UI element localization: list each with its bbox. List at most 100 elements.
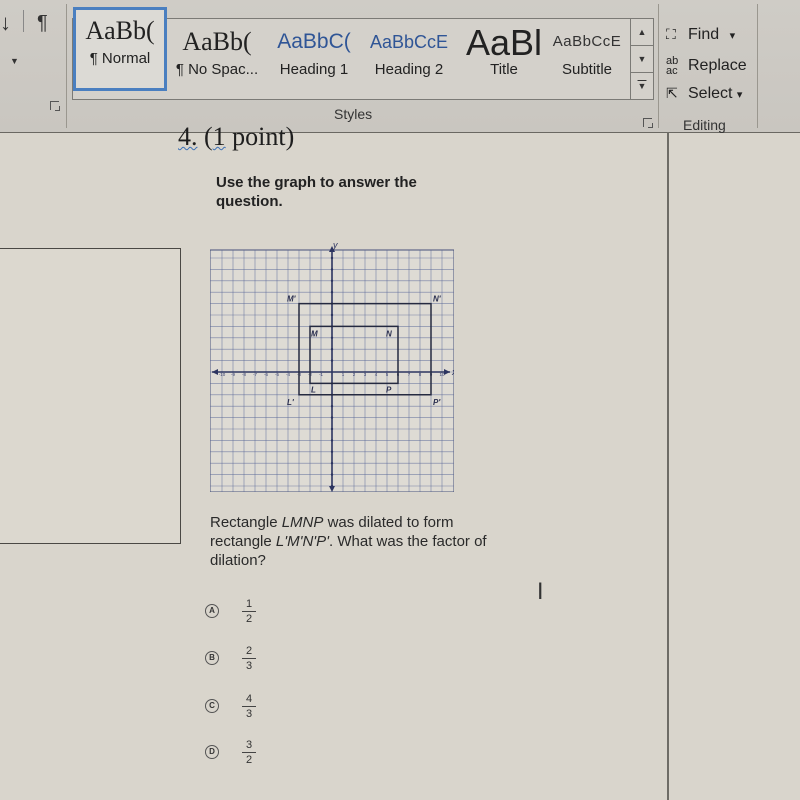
x-tick-label: -9 <box>231 372 235 377</box>
select-label: Select <box>688 85 733 102</box>
fraction: 43 <box>242 693 256 720</box>
numerator: 4 <box>245 693 253 705</box>
numerator: 1 <box>245 598 253 610</box>
question-text-part: Rectangle <box>210 514 282 531</box>
x-tick-label: -4 <box>286 372 290 377</box>
vertex-label: M' <box>287 295 297 304</box>
numerator: 3 <box>245 739 253 751</box>
points-one: 1 <box>212 122 226 151</box>
sort-icon[interactable]: ↓ <box>0 10 11 36</box>
question-text: Rectangle LMNP was dilated to form recta… <box>210 513 510 570</box>
y-tick-mark <box>330 473 334 476</box>
vertex-label: N <box>386 329 392 338</box>
vertex-label: L' <box>287 398 295 407</box>
cursor-arrow-icon: ⇱ <box>666 85 678 101</box>
numerator: 2 <box>245 645 253 657</box>
style-sample: AaBb( <box>182 27 252 56</box>
y-tick-mark <box>330 291 334 294</box>
y-tick-mark <box>330 348 334 351</box>
question-number: 4. <box>178 122 198 151</box>
style-name: Subtitle <box>561 61 613 78</box>
column-divider <box>667 132 669 800</box>
denominator: 3 <box>245 660 253 672</box>
y-tick-mark <box>330 313 334 317</box>
x-tick-label: -8 <box>242 372 246 377</box>
group-divider <box>757 4 758 128</box>
style-sample: AaBbCcE <box>552 33 622 50</box>
radio-bubble-c[interactable]: C <box>205 699 219 713</box>
y-tick-mark <box>330 359 334 362</box>
style-heading-2[interactable]: AaBbCcE Heading 2 <box>361 21 457 97</box>
left-text-box[interactable] <box>0 248 181 544</box>
gallery-scroll-up-icon[interactable]: ▲ <box>631 19 653 46</box>
gallery-more-icon[interactable]: ▼ <box>631 73 653 99</box>
replace-icon: ab ac <box>666 55 679 77</box>
x-tick-label: -1 <box>319 372 323 377</box>
y-tick-mark <box>330 462 334 465</box>
style-sample: AaBl <box>465 22 543 61</box>
x-tick-label: -7 <box>253 372 257 377</box>
styles-group-label: Styles <box>334 106 373 122</box>
style-name: Heading 1 <box>279 61 349 78</box>
style-subtitle[interactable]: AaBbCcE Subtitle <box>543 21 631 97</box>
style-name: Heading 2 <box>374 61 444 78</box>
style-name: ¶ No Spac... <box>175 61 259 78</box>
x-tick-label: -6 <box>264 372 268 377</box>
vertex-label: P <box>386 385 392 394</box>
y-tick-mark <box>330 336 334 339</box>
points-rest: point) <box>225 122 295 151</box>
fraction: 32 <box>242 739 256 766</box>
y-tick-mark <box>330 416 334 419</box>
style-heading-1[interactable]: AaBbC( Heading 1 <box>267 21 361 97</box>
vertex-label: L <box>311 385 316 394</box>
y-tick-mark <box>330 256 334 260</box>
y-tick-mark <box>330 405 334 408</box>
radio-bubble-b[interactable]: B <box>205 651 219 665</box>
styles-dialog-launcher-icon[interactable] <box>643 118 653 128</box>
question-header: 4. (1 point) <box>178 122 294 152</box>
replace-label: Replace <box>688 57 747 75</box>
style-normal[interactable]: AaBb( ¶ Normal <box>73 7 167 91</box>
style-name: ¶ Normal <box>89 50 151 67</box>
style-sample: AaBbC( <box>277 30 351 53</box>
style-name: Title <box>490 61 518 78</box>
fraction-bar <box>242 706 256 707</box>
points-open: ( <box>204 122 213 151</box>
select-button[interactable]: ⇱ Select ▾ <box>666 85 742 103</box>
text-cursor-icon: I <box>537 580 544 605</box>
group-divider <box>66 4 67 128</box>
find-dropdown-icon[interactable]: ▾ <box>730 30 736 42</box>
y-tick-mark <box>330 439 334 442</box>
styles-gallery: AaBb( ¶ Normal AaBb( ¶ No Spac... AaBbC(… <box>72 7 654 100</box>
y-tick-mark <box>330 427 334 431</box>
find-button[interactable]: ⛶ Find ▾ <box>666 26 735 44</box>
y-tick-mark <box>330 279 334 282</box>
show-formatting-icon[interactable]: ¶ <box>37 12 48 35</box>
group-divider <box>658 4 659 128</box>
gallery-scroll-down-icon[interactable]: ▼ <box>631 46 653 73</box>
denominator: 2 <box>245 613 253 625</box>
divider <box>23 10 24 32</box>
denominator: 3 <box>245 708 253 720</box>
ribbon: ↓ ¶ ▼ AaBb( ¶ Normal AaBb( ¶ No Spac... … <box>0 0 800 133</box>
style-title[interactable]: AaBl Title <box>457 21 551 97</box>
y-axis-label: y <box>332 242 338 250</box>
x-axis-label: x <box>451 367 454 377</box>
fraction: 23 <box>242 645 256 672</box>
coordinate-graph: xy-10-9-8-7-6-5-4-3-2-112345678910LMNPL'… <box>210 242 454 492</box>
paragraph-dialog-launcher-icon[interactable] <box>50 101 60 111</box>
fraction-bar <box>242 611 256 612</box>
gallery-scrollbar: ▲ ▼ ▼ <box>630 19 653 99</box>
denominator: 2 <box>245 754 253 766</box>
style-no-spacing[interactable]: AaBb( ¶ No Spac... <box>169 21 265 97</box>
select-dropdown-icon[interactable]: ▾ <box>737 89 743 101</box>
paragraph-group: ↓ ¶ ▼ <box>0 0 66 118</box>
radio-bubble-d[interactable]: D <box>205 745 219 759</box>
fraction-bar <box>242 658 256 659</box>
rect-prime-name: L'M'N'P' <box>275 533 330 550</box>
replace-button[interactable]: ab ac Replace <box>666 55 747 77</box>
find-label: Find <box>688 26 720 43</box>
vertex-label: M <box>311 329 318 338</box>
dropdown-caret-icon[interactable]: ▼ <box>10 56 19 66</box>
radio-bubble-a[interactable]: A <box>205 604 219 618</box>
